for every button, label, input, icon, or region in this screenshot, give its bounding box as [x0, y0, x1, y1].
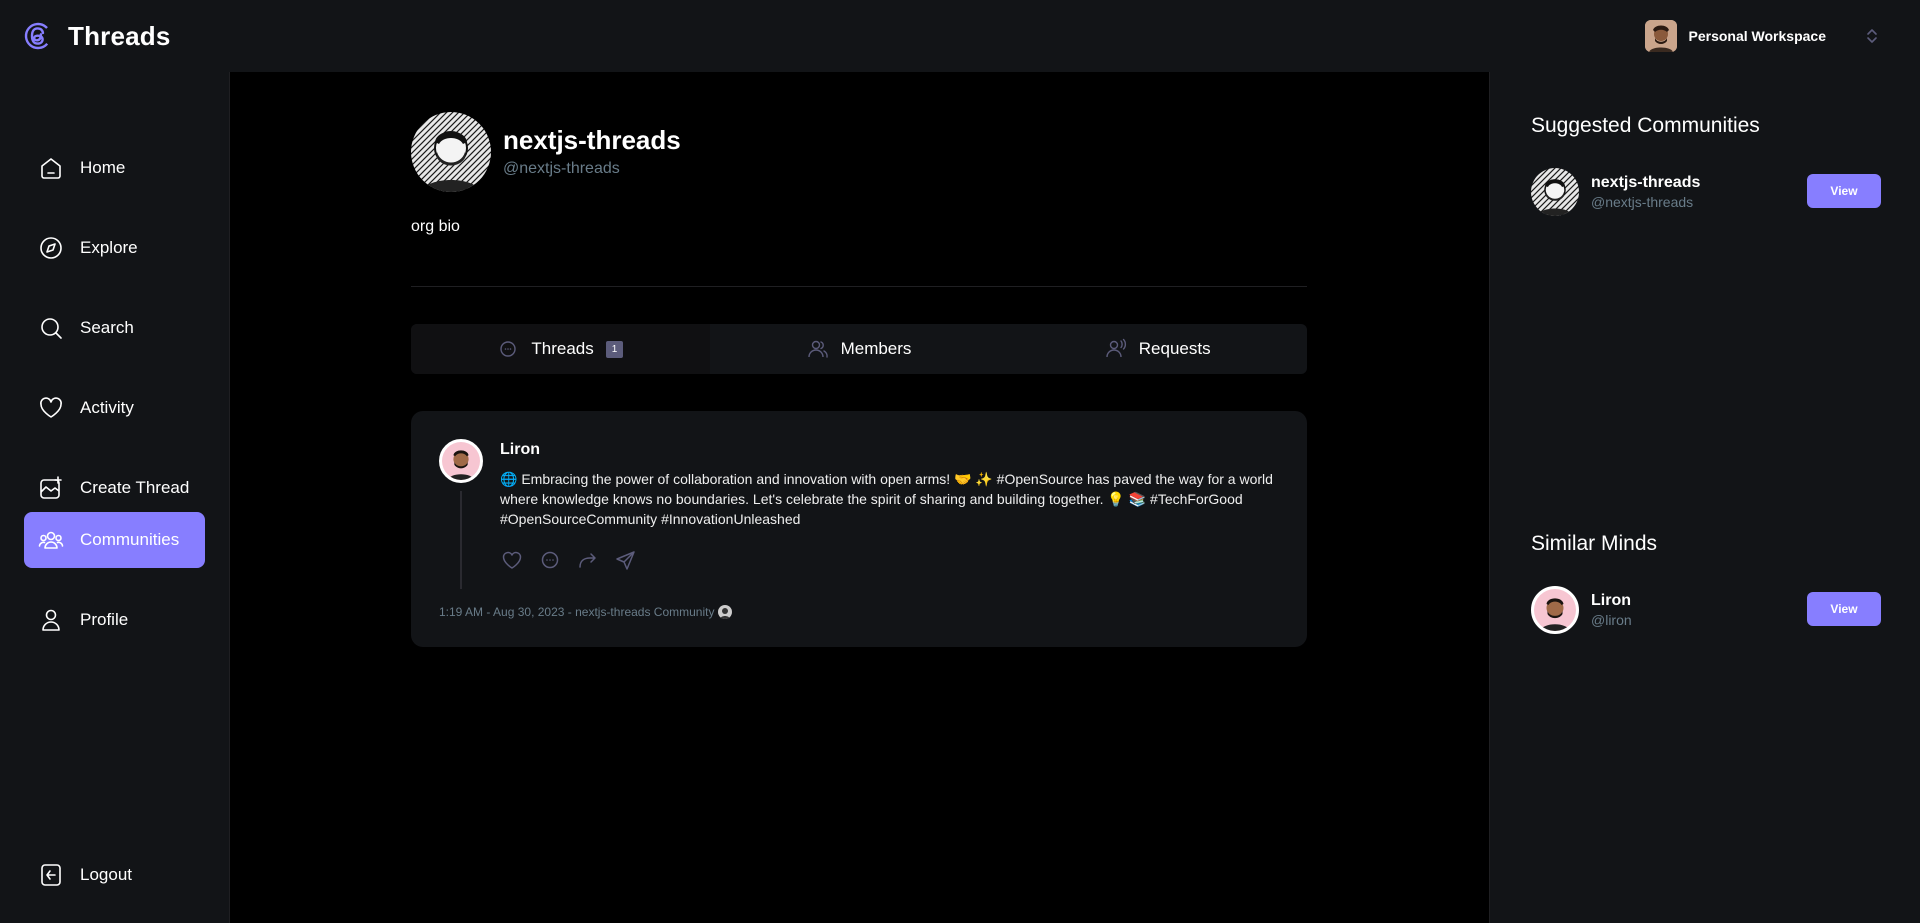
logout-label: Logout	[80, 865, 132, 884]
communities-icon	[38, 531, 64, 549]
nav-label-activity: Activity	[80, 398, 134, 417]
nav-item-home[interactable]: Home	[24, 140, 205, 196]
similar-minds-title: Similar Minds	[1531, 532, 1658, 555]
search-icon	[41, 318, 62, 339]
author-avatar[interactable]	[439, 439, 483, 483]
nav-item-profile[interactable]: Profile	[24, 592, 205, 648]
community-handle: @nextjs-threads	[503, 160, 620, 177]
nav-label-profile: Profile	[80, 610, 129, 629]
request-icon	[1106, 338, 1126, 358]
brand-name: Threads	[68, 20, 171, 51]
thread-line	[460, 491, 462, 589]
tab-threads[interactable]: Threads 1	[411, 324, 710, 374]
user-icon	[42, 609, 60, 631]
suggested-community-name: nextjs-threads	[1591, 174, 1701, 191]
tab-requests[interactable]: Requests	[1008, 324, 1307, 374]
nav-item-create-thread[interactable]: Create Thread	[24, 460, 205, 516]
similar-user-item: Liron @liron View	[1531, 585, 1881, 635]
thread-card[interactable]: Liron 🌐 Embracing the power of collabora…	[411, 411, 1307, 647]
community-bio: org bio	[411, 218, 460, 235]
tab-members[interactable]: Members	[710, 324, 1009, 374]
share-icon[interactable]	[614, 548, 638, 572]
heart-icon	[40, 397, 62, 418]
community-name: nextjs-threads	[503, 125, 681, 155]
members-icon	[807, 340, 828, 358]
nav-label-communities: Communities	[80, 530, 180, 549]
reply-icon[interactable]	[538, 548, 562, 572]
community-tabs: Threads 1 Members Requests	[411, 324, 1307, 374]
suggested-community-item: nextjs-threads @nextjs-threads View	[1531, 167, 1881, 217]
nav-label-explore: Explore	[80, 238, 138, 257]
like-icon[interactable]	[500, 548, 524, 572]
threads-count-badge: 1	[605, 340, 624, 358]
view-user-button[interactable]: View	[1807, 592, 1881, 626]
workspace-avatar	[1644, 20, 1677, 52]
repost-icon[interactable]	[576, 548, 600, 572]
view-community-button[interactable]: View	[1807, 174, 1881, 208]
brand[interactable]: Threads	[24, 21, 171, 52]
nav-item-explore[interactable]: Explore	[24, 220, 205, 276]
nav-item-communities[interactable]: Communities	[24, 512, 205, 568]
nav-item-activity[interactable]: Activity	[24, 380, 205, 436]
suggested-community-avatar	[1531, 168, 1579, 216]
chevron-up-down-icon[interactable]	[1862, 26, 1882, 46]
community-mini-avatar	[718, 605, 733, 619]
tab-members-label: Members	[840, 339, 912, 358]
tab-requests-label: Requests	[1138, 339, 1211, 358]
thread-meta: 1:19 AM - Aug 30, 2023 - nextjs-threads …	[439, 605, 733, 619]
right-sidebar: Suggested Communities nextjs-threads @ne…	[1489, 72, 1920, 923]
nav-item-search[interactable]: Search	[24, 300, 205, 356]
compass-icon	[40, 237, 62, 259]
thread-actions	[500, 548, 638, 572]
community-avatar	[411, 112, 491, 192]
left-sidebar: Home Explore Search Activity Create Thre…	[0, 72, 230, 923]
workspace-name: Personal Workspace	[1688, 28, 1826, 44]
home-icon	[41, 158, 61, 179]
similar-user-avatar	[1531, 586, 1579, 634]
tab-threads-label: Threads	[531, 339, 594, 358]
threads-logo-icon	[24, 22, 52, 50]
thread-content: 🌐 Embracing the power of collaboration a…	[500, 471, 1273, 527]
workspace-switcher[interactable]: Personal Workspace	[1644, 20, 1882, 52]
nav-label-home: Home	[80, 158, 126, 177]
suggested-communities-title: Suggested Communities	[1531, 114, 1760, 137]
thread-meta-text[interactable]: 1:19 AM - Aug 30, 2023 - nextjs-threads …	[439, 605, 714, 619]
suggested-community-handle: @nextjs-threads	[1591, 194, 1694, 210]
similar-user-name: Liron	[1591, 592, 1631, 609]
create-icon	[40, 476, 62, 499]
logout-button[interactable]: Logout	[24, 847, 205, 903]
nav-label-create-thread: Create Thread	[80, 478, 190, 497]
similar-user-handle: @liron	[1591, 612, 1632, 628]
top-bar: Threads Personal Workspace	[0, 0, 1920, 72]
chat-bubble-icon	[500, 341, 517, 357]
thread-author[interactable]: Liron	[500, 441, 540, 459]
nav-label-search: Search	[80, 318, 134, 337]
divider	[411, 286, 1307, 287]
logout-icon	[41, 864, 61, 886]
